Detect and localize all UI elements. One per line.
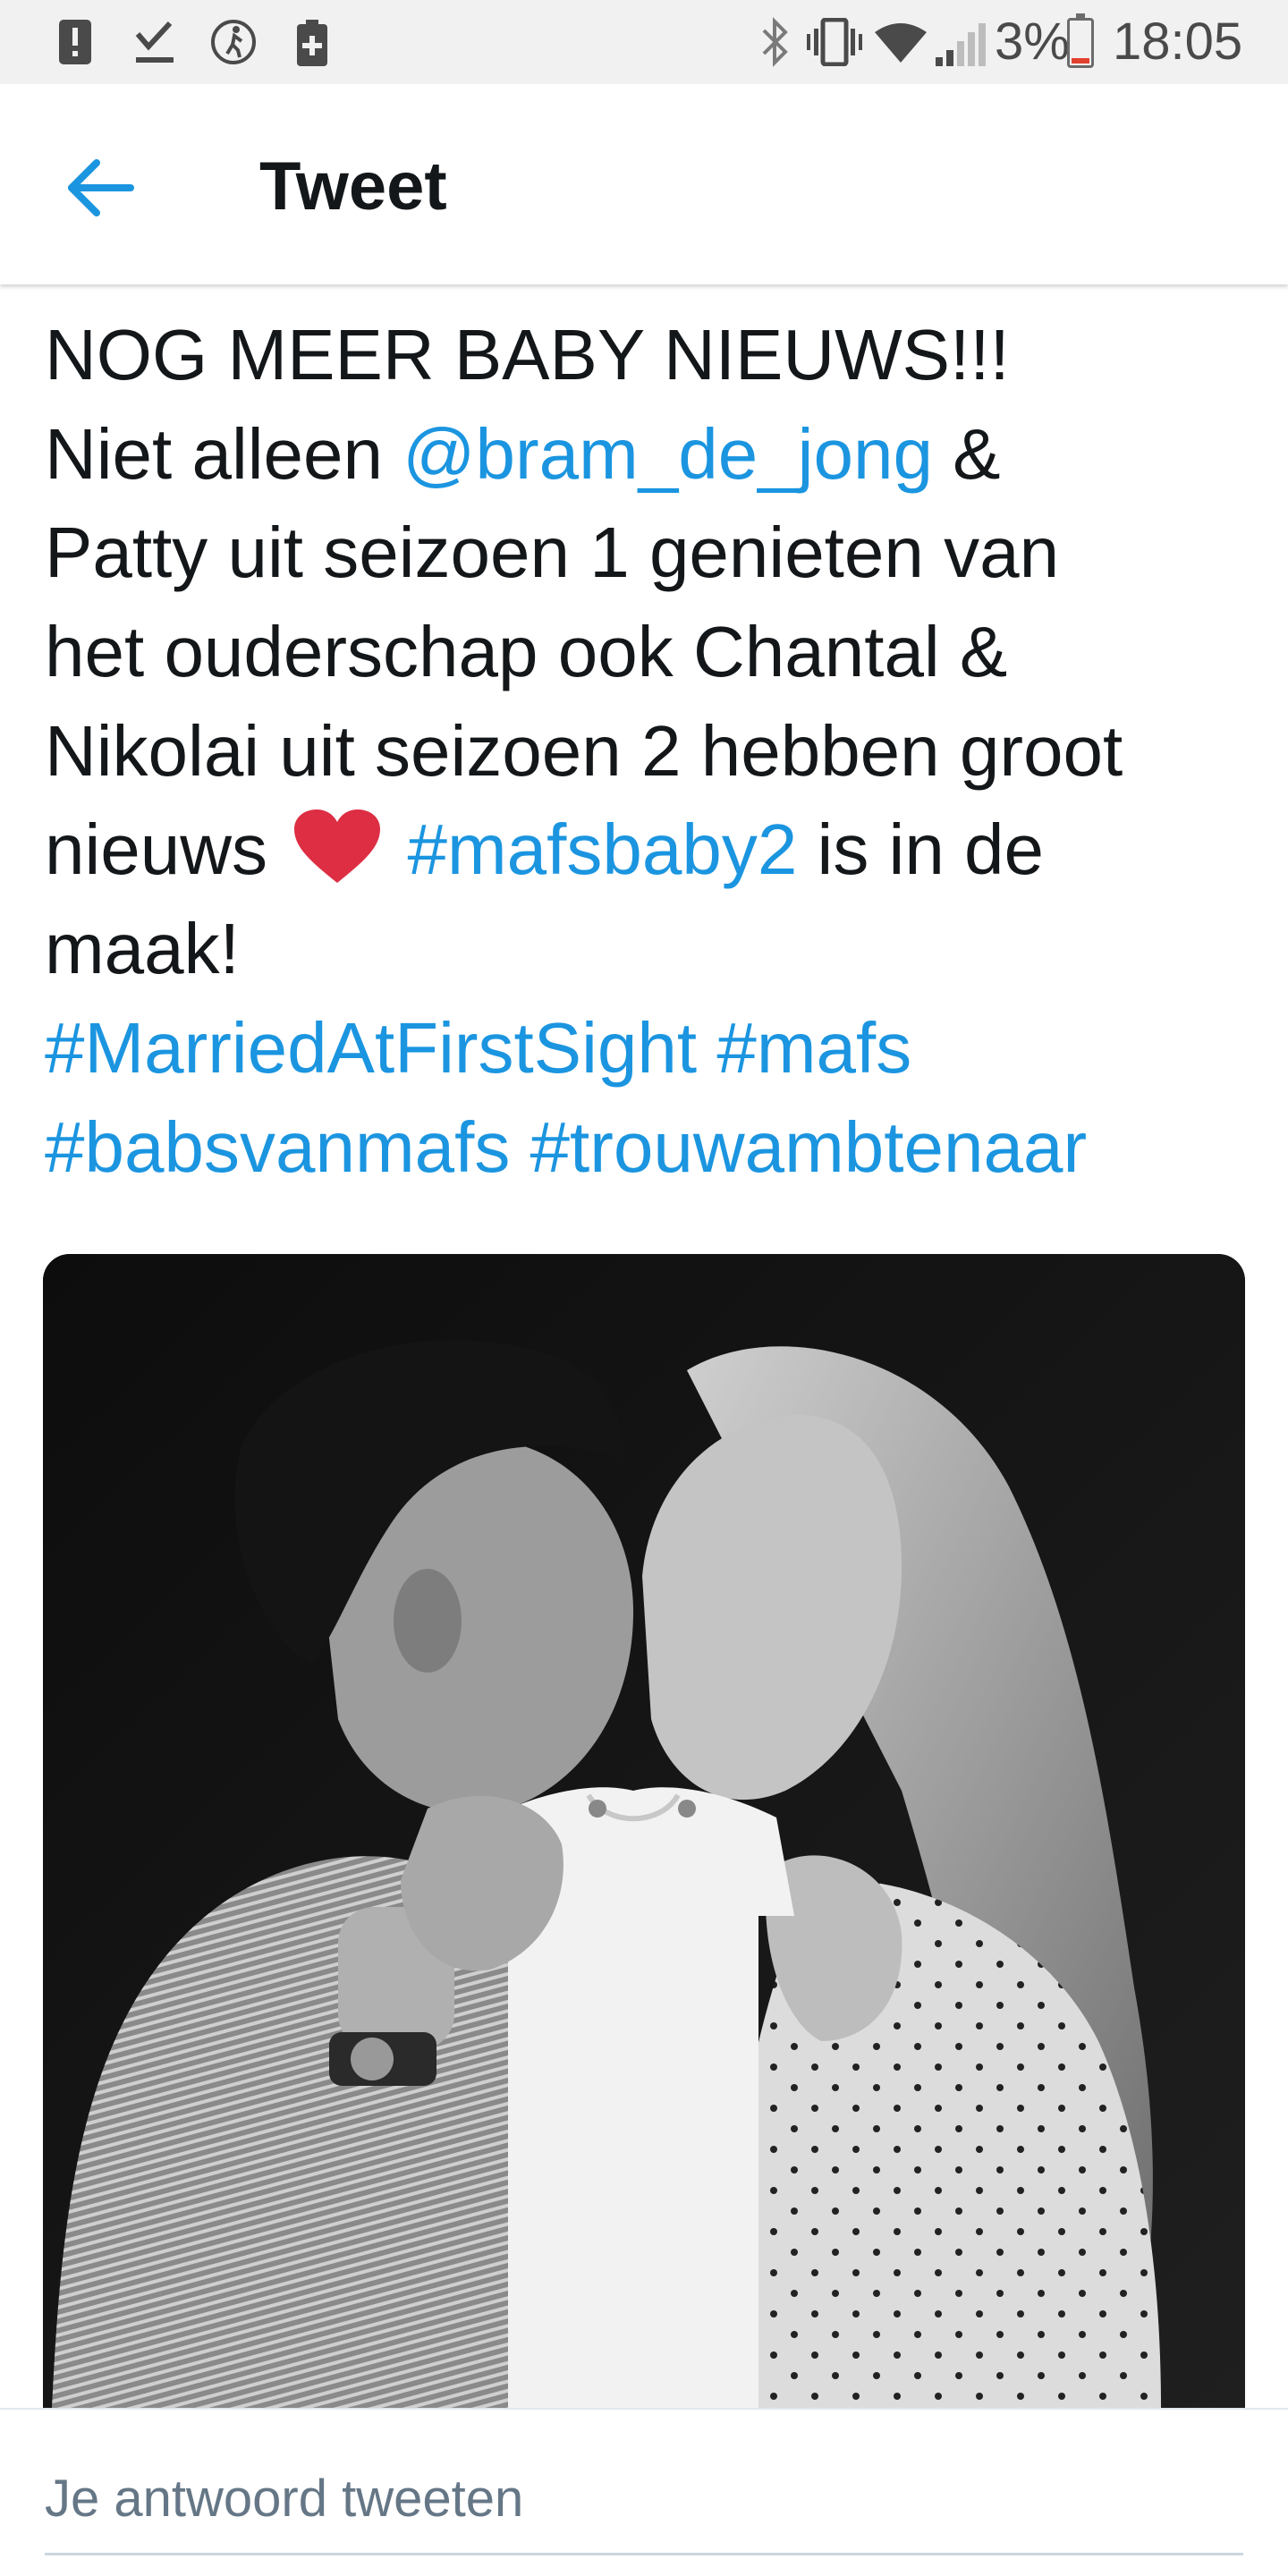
page-title: Tweet — [259, 148, 447, 225]
tweet-detail-screen: 3% 18:05 Tweet NOG MEER BABY NIEUWS!!! Ni… — [0, 0, 1288, 2576]
tweet-text-segment: Nikolai uit seizoen 2 hebben groot — [45, 710, 1123, 791]
status-bar: 3% 18:05 — [0, 0, 1288, 84]
tweet-text-segment: nieuws — [45, 809, 288, 890]
battery-level-fill — [1072, 58, 1089, 64]
alert-icon — [59, 20, 91, 69]
cell-signal-icon — [936, 23, 986, 71]
tweet-text-segment — [510, 1107, 530, 1187]
tweet-text-segment: maak! — [45, 909, 240, 989]
hashtag-link[interactable]: #babsvanmafs — [45, 1107, 510, 1187]
top-app-bar: Tweet — [0, 84, 1288, 284]
tweet-photo[interactable] — [43, 1254, 1245, 2408]
tweet-line: nieuws #mafsbaby2 is in de — [45, 801, 1261, 900]
tweet-text-segment — [387, 809, 407, 889]
hashtag-link[interactable]: #MarriedAtFirstSight — [45, 1008, 697, 1088]
tweet-text-segment: het ouderschap ook Chantal & — [45, 612, 1008, 692]
tweet-text: NOG MEER BABY NIEUWS!!! Niet alleen @bram… — [45, 306, 1261, 1197]
tweet-line: Niet alleen @bram_de_jong & — [45, 405, 1261, 504]
tweet-text-segment: Niet alleen — [45, 413, 403, 494]
reply-bar — [0, 2408, 1288, 2576]
back-button[interactable] — [59, 152, 140, 224]
tweet-line: #babsvanmafs #trouwambtenaar — [45, 1098, 1261, 1198]
reply-input[interactable] — [45, 2458, 1243, 2538]
tweet-line: het ouderschap ook Chantal & — [45, 603, 1261, 702]
mention-link[interactable]: @bram_de_jong — [402, 414, 933, 494]
battery-icon — [1067, 13, 1094, 68]
wifi-icon — [875, 23, 927, 67]
tweet-line: Nikolai uit seizoen 2 hebben groot — [45, 702, 1261, 801]
tweet-text-segment: NOG MEER BABY NIEUWS!!! — [45, 315, 1010, 394]
tweet-line: Patty uit seizoen 1 genieten van — [45, 504, 1261, 603]
tweet-line: NOG MEER BABY NIEUWS!!! — [45, 306, 1261, 405]
tweet-text-segment — [697, 1008, 716, 1088]
heart-icon — [292, 808, 382, 885]
hashtag-link[interactable]: #trouwambtenaar — [530, 1107, 1088, 1187]
photo-image — [43, 1254, 1245, 2408]
vibrate-icon — [807, 17, 862, 71]
tweet-line: #MarriedAtFirstSight #mafs — [45, 999, 1261, 1098]
reply-underline — [45, 2553, 1243, 2555]
bluetooth-icon — [760, 16, 791, 72]
battery-saver-icon — [297, 20, 327, 71]
tweet-line: maak! — [45, 900, 1261, 999]
running-icon — [209, 18, 258, 71]
clock: 18:05 — [1113, 13, 1243, 71]
hashtag-link[interactable]: #mafs — [716, 1008, 911, 1088]
download-done-icon — [134, 20, 175, 69]
arrow-left-icon — [68, 159, 134, 216]
tweet-text-segment: & — [932, 413, 1001, 494]
tweet-text-segment: Patty uit seizoen 1 genieten van — [45, 513, 1060, 593]
hashtag-link[interactable]: #mafsbaby2 — [407, 809, 797, 889]
tweet-text-segment: is in de — [797, 809, 1045, 890]
battery-percent: 3% — [995, 13, 1070, 71]
